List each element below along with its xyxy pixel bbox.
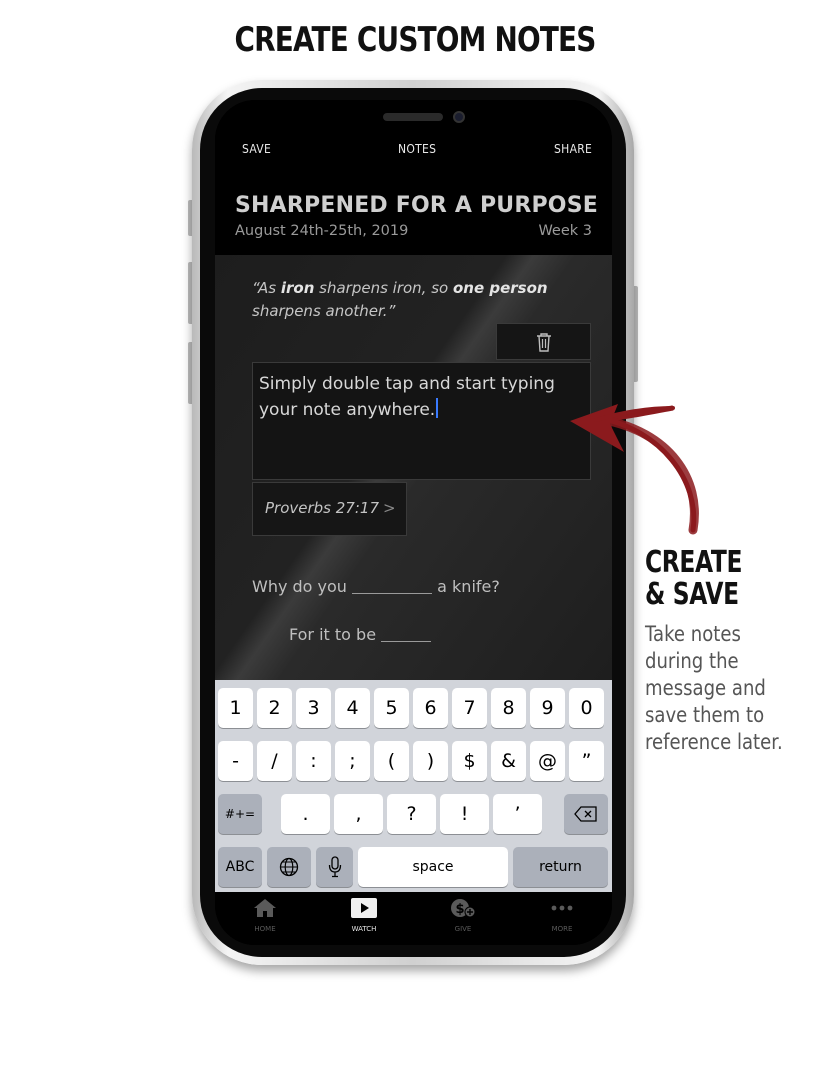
annotation-description: Take notes during the message and save t…	[645, 622, 783, 754]
annotation-title: CREATE & SAVE	[645, 545, 743, 612]
annotation-arrow	[570, 404, 699, 535]
